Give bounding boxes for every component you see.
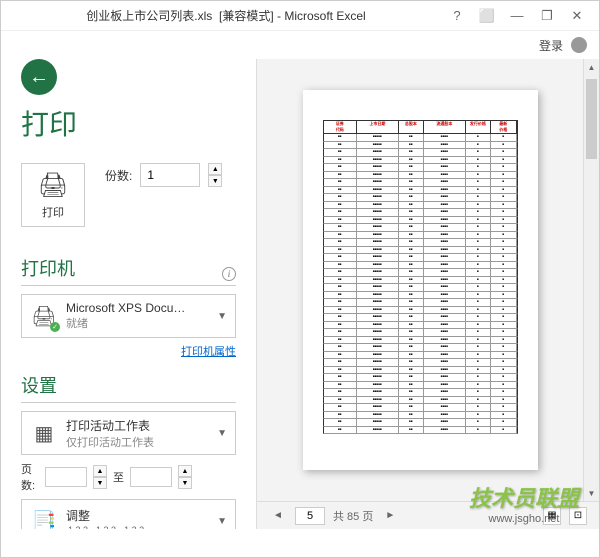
- collation-seq1: 1,2,3: [66, 524, 90, 530]
- printer-device-icon: 🖨✓: [30, 302, 58, 330]
- copies-up-button[interactable]: ▲: [208, 163, 222, 175]
- prev-page-button[interactable]: ◄: [269, 507, 287, 525]
- page-to-down[interactable]: ▼: [178, 477, 192, 489]
- printer-dropdown[interactable]: 🖨✓ Microsoft XPS Docu… 就绪 ▼: [21, 294, 236, 338]
- watermark-url: www.jsgho.net: [469, 513, 579, 525]
- next-page-button[interactable]: ►: [381, 507, 399, 525]
- ready-check-icon: ✓: [50, 322, 60, 332]
- login-link[interactable]: 登录: [539, 37, 563, 54]
- scroll-down-icon[interactable]: ▼: [584, 485, 599, 501]
- restore-button[interactable]: ❐: [533, 5, 561, 27]
- current-page-input[interactable]: [295, 507, 325, 525]
- window-title: 创业板上市公司列表.xls [兼容模式] - Microsoft Excel: [9, 7, 443, 24]
- scroll-thumb[interactable]: [586, 79, 597, 159]
- page-title: 打印: [21, 103, 236, 143]
- print-preview: 证券代码 上市日期 总股本 流通股本 发行价格 最新价格 ■■■■■■■■■■■…: [257, 59, 583, 501]
- user-avatar-icon[interactable]: [571, 37, 587, 53]
- page-to-up[interactable]: ▲: [178, 465, 192, 477]
- collation-dropdown[interactable]: 📑 调整 1,2,3 1,2,3 1,2,3 ▼: [21, 499, 236, 529]
- printer-icon: 🖨: [38, 171, 68, 200]
- printer-name: Microsoft XPS Docu…: [66, 301, 209, 315]
- copies-label: 份数:: [105, 167, 132, 184]
- chevron-down-icon: ▼: [217, 516, 227, 527]
- print-what-main: 打印活动工作表: [66, 417, 209, 434]
- page-from-down[interactable]: ▼: [93, 477, 107, 489]
- page-to-input[interactable]: [130, 467, 172, 487]
- printer-properties-link[interactable]: 打印机属性: [181, 346, 236, 358]
- sheets-icon: ▦: [30, 419, 58, 447]
- print-button-label: 打印: [42, 204, 64, 220]
- minimize-button[interactable]: —: [503, 5, 531, 27]
- printer-section-title: 打印机: [21, 255, 75, 281]
- chevron-down-icon: ▼: [217, 428, 227, 439]
- close-button[interactable]: ✕: [563, 5, 591, 27]
- chevron-down-icon: ▼: [217, 311, 227, 322]
- printer-info-icon[interactable]: i: [222, 267, 236, 281]
- page-from-up[interactable]: ▲: [93, 465, 107, 477]
- watermark: 技术员联盟 www.jsgho.net: [469, 481, 579, 525]
- printer-status: 就绪: [66, 315, 209, 331]
- watermark-logo: 技术员联盟: [469, 481, 579, 513]
- collation-seq3: 1,2,3: [122, 524, 146, 530]
- print-what-sub: 仅打印活动工作表: [66, 434, 209, 450]
- settings-section-title: 设置: [21, 372, 57, 398]
- help-button[interactable]: ?: [443, 5, 471, 27]
- scroll-up-icon[interactable]: ▲: [584, 59, 599, 75]
- copies-down-button[interactable]: ▼: [208, 175, 222, 187]
- preview-scrollbar[interactable]: ▲ ▼: [583, 59, 599, 501]
- back-button[interactable]: ←: [21, 59, 57, 95]
- pages-label: 页数:: [21, 461, 39, 493]
- print-button[interactable]: 🖨 打印: [21, 163, 85, 227]
- print-what-dropdown[interactable]: ▦ 打印活动工作表 仅打印活动工作表 ▼: [21, 411, 236, 455]
- collation-main: 调整: [66, 507, 209, 524]
- collation-icon: 📑: [30, 507, 58, 529]
- copies-input[interactable]: [140, 163, 200, 187]
- preview-page: 证券代码 上市日期 总股本 流通股本 发行价格 最新价格 ■■■■■■■■■■■…: [303, 90, 538, 470]
- page-total-label: 共 85 页: [333, 508, 373, 524]
- ribbon-display-button[interactable]: ⬜: [473, 5, 501, 27]
- pages-to-label: 至: [113, 469, 124, 485]
- page-from-input[interactable]: [45, 467, 87, 487]
- collation-seq2: 1,2,3: [94, 524, 118, 530]
